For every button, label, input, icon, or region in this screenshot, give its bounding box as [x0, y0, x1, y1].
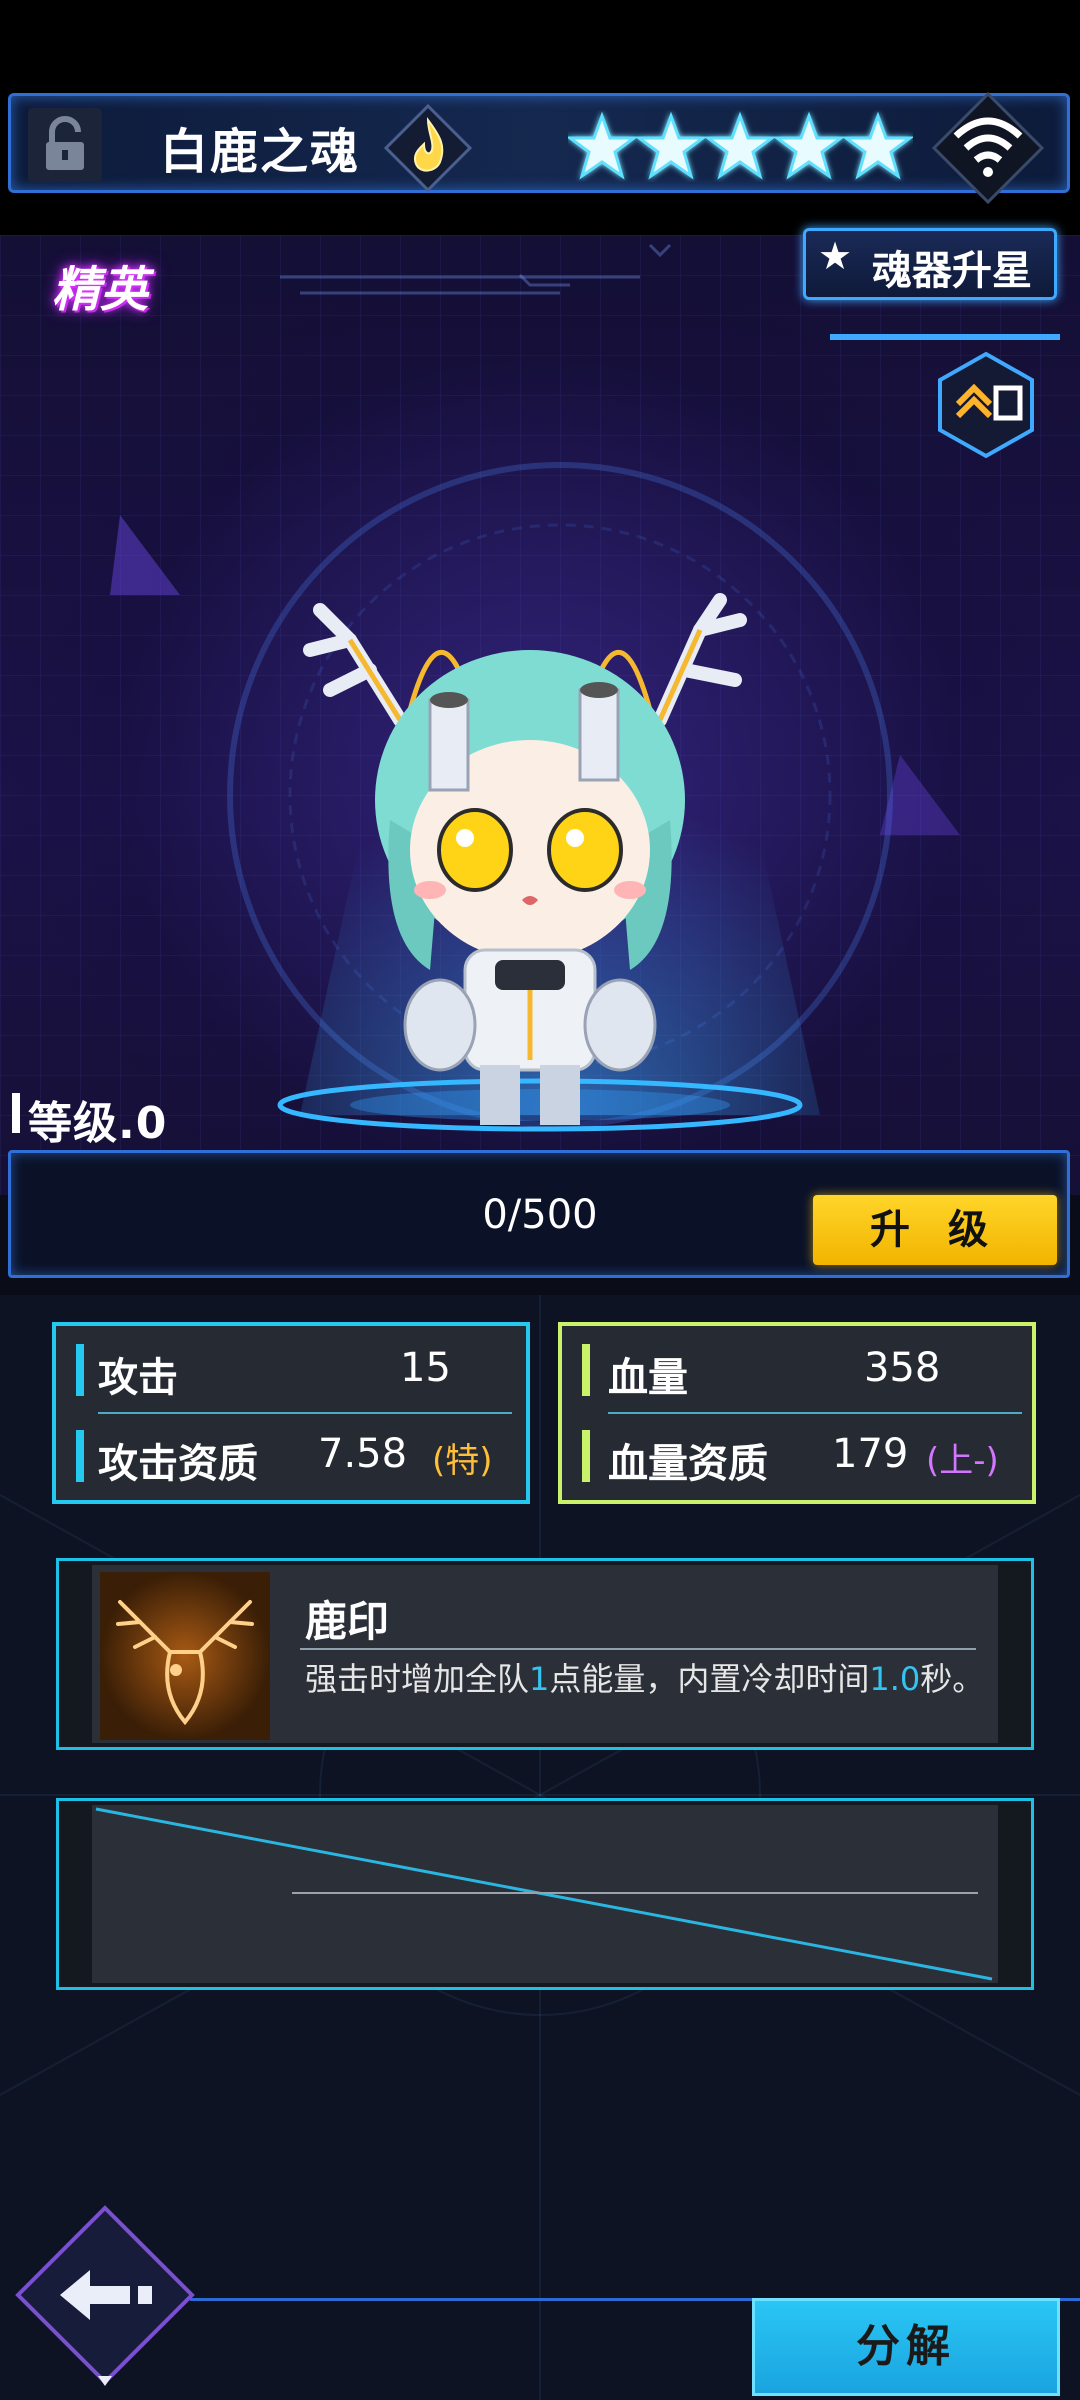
divider	[830, 334, 1060, 340]
attack-value: 15	[400, 1345, 451, 1391]
star-icon	[841, 111, 915, 180]
page-title: 白鹿之魂	[160, 124, 361, 180]
decompose-button[interactable]: 分解	[752, 2298, 1060, 2396]
stat-marker	[76, 1430, 84, 1482]
attack-quality-value: 7.58	[318, 1431, 408, 1477]
flame-icon	[380, 100, 476, 196]
level-label: 等级.0	[28, 1098, 168, 1149]
grade-badge: 精英	[52, 262, 149, 318]
hp-quality-tag: (上-)	[926, 1441, 999, 1481]
star-icon	[772, 111, 846, 180]
hp-quality-value: 179	[832, 1431, 909, 1477]
stat-marker	[76, 1344, 84, 1396]
hp-value: 358	[864, 1345, 941, 1391]
divider	[608, 1412, 1022, 1414]
expand-button[interactable]	[936, 350, 1036, 460]
empty-slot-lines	[95, 1807, 993, 1981]
upgrade-button[interactable]: 升 级	[813, 1195, 1057, 1265]
star-icon	[634, 111, 708, 180]
deer-icon	[100, 1572, 270, 1740]
star-rating	[565, 108, 915, 188]
level-marker	[12, 1093, 20, 1133]
star-up-label: 魂器升星	[872, 248, 1032, 294]
star-icon	[703, 111, 777, 180]
divider	[98, 1412, 512, 1414]
attack-quality-tag: (特)	[432, 1441, 493, 1481]
wifi-icon	[928, 88, 1048, 208]
hp-quality-label: 血量资质	[608, 1441, 768, 1487]
stat-marker	[582, 1430, 590, 1482]
divider	[300, 1648, 976, 1650]
skill-description: 强击时增加全队1点能量，内置冷却时间1.0秒。	[305, 1660, 985, 1698]
attack-quality-label: 攻击资质	[98, 1441, 258, 1487]
lock-icon	[46, 116, 84, 170]
star-icon: ★	[818, 234, 853, 278]
character-image	[280, 520, 780, 1140]
back-button[interactable]	[10, 2200, 200, 2390]
lock-button[interactable]	[28, 108, 102, 182]
attack-label: 攻击	[98, 1355, 178, 1401]
expand-icon	[938, 351, 1034, 459]
star-icon	[565, 111, 639, 180]
hp-label: 血量	[608, 1355, 688, 1401]
back-arrow-icon	[15, 2205, 195, 2386]
skill-name: 鹿印	[305, 1597, 390, 1646]
stat-marker	[582, 1344, 590, 1396]
